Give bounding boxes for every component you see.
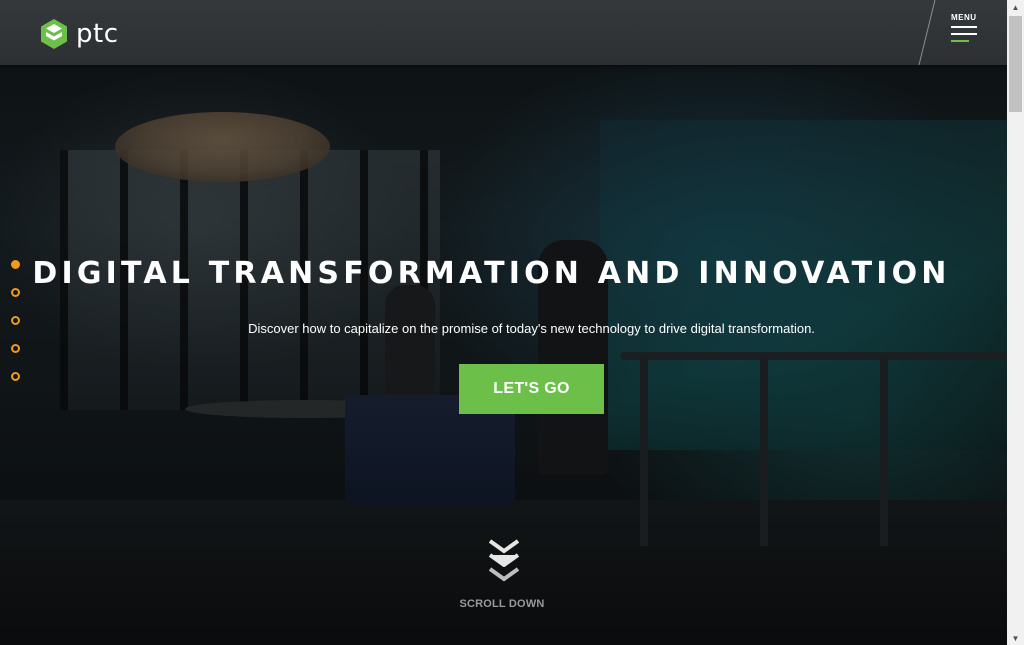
hamburger-icon-bar: [951, 33, 977, 35]
menu-label: MENU: [951, 13, 977, 22]
vertical-scrollbar[interactable]: ▲ ▼: [1007, 0, 1024, 645]
ptc-logo[interactable]: ptc: [40, 18, 119, 50]
hero-title: DIGITAL TRANSFORMATION AND INNOVATION: [32, 256, 951, 291]
hero-subtitle: Discover how to capitalize on the promis…: [248, 321, 815, 336]
pagination-dot-5[interactable]: [11, 372, 20, 381]
scroll-up-arrow-icon[interactable]: ▲: [1007, 0, 1024, 14]
site-header: ptc MENU: [0, 0, 1007, 65]
double-chevron-down-icon[interactable]: [486, 537, 522, 585]
lets-go-button[interactable]: LET'S GO: [459, 364, 604, 414]
hamburger-icon-bar-accent: [951, 40, 969, 42]
scrollbar-thumb[interactable]: [1009, 16, 1022, 112]
menu-button[interactable]: MENU: [951, 13, 981, 49]
ptc-logo-icon: [41, 19, 67, 49]
header-divider: [918, 0, 936, 65]
hamburger-icon: [951, 26, 977, 28]
logo-text: ptc: [76, 19, 119, 49]
scroll-down-label[interactable]: SCROLL DOWN: [440, 598, 564, 610]
scroll-down-arrow-icon[interactable]: ▼: [1007, 631, 1024, 645]
pagination-dot-4[interactable]: [11, 344, 20, 353]
